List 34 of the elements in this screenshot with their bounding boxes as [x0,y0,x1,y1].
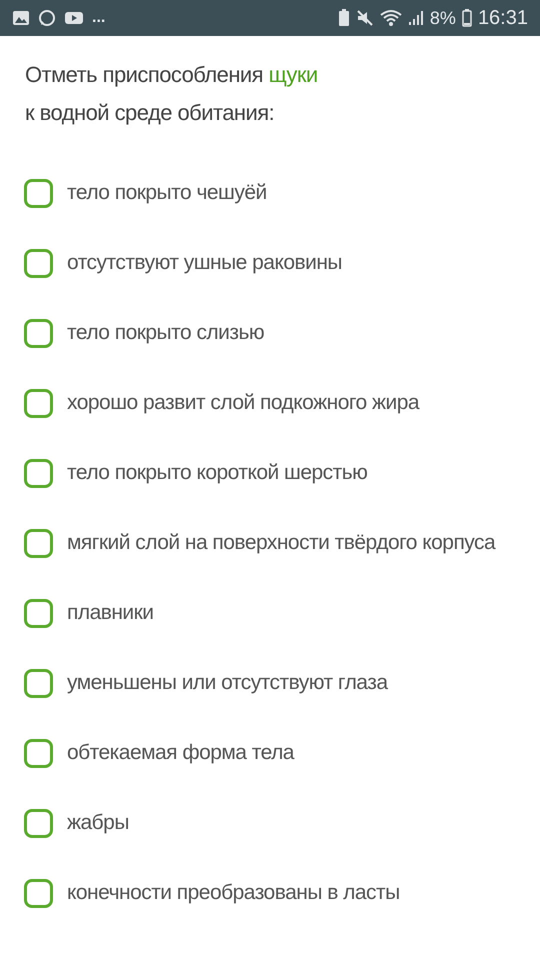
option-label: тело покрыто слизью [67,320,264,346]
checkbox[interactable] [24,389,53,418]
wifi-icon [380,9,402,27]
video-icon [64,10,84,26]
more-notifications: ... [92,8,106,28]
option-label: хорошо развит слой подкожного жира [67,390,420,416]
checkbox[interactable] [24,809,53,838]
checkbox[interactable] [24,599,53,628]
checkbox[interactable] [24,249,53,278]
battery-saver-icon [338,9,350,27]
checkbox[interactable] [24,319,53,348]
mute-icon [356,9,374,27]
option-label: тело покрыто короткой шерстью [67,460,368,486]
checkbox[interactable] [24,529,53,558]
checkbox[interactable] [24,179,53,208]
battery-percent: 8% [430,6,456,30]
question-text: Отметь приспособления щуки к водной среде обитания: [24,61,319,127]
chat-icon [38,9,56,27]
checkbox[interactable] [24,669,53,698]
checkbox[interactable] [24,739,53,768]
battery-icon [462,9,472,27]
option-label: плавники [67,600,154,626]
option-label: обтекаемая форма тела [67,740,294,766]
option-label: отсутствуют ушные раковины [67,250,342,276]
option-label: жабры [67,810,129,836]
checkbox[interactable] [24,459,53,488]
option-label: тело покрыто чешуёй [67,180,267,206]
option-label: мягкий слой на поверхности твёрдого корпуса [67,530,496,556]
checkbox[interactable] [24,879,53,908]
image-icon [12,10,30,26]
clock: 16:31 [478,6,528,31]
option-label: конечности преобразованы в ласты [67,880,400,906]
option-label: уменьшены или отсутствуют глаза [67,670,388,696]
signal-icon [408,10,424,26]
